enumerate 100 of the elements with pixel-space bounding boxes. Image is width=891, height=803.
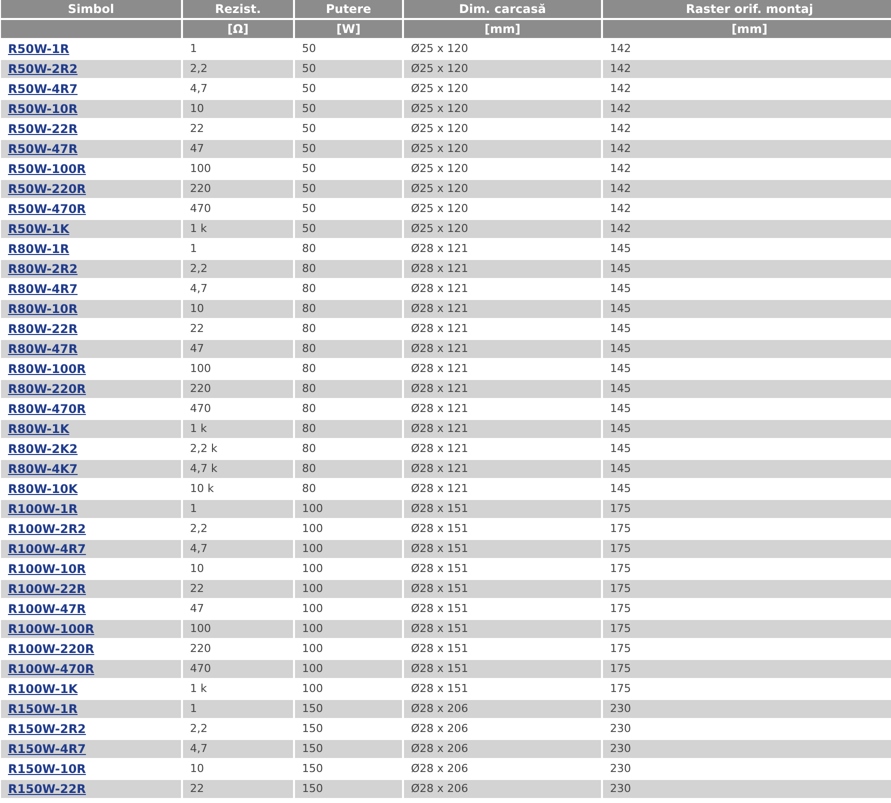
product-link[interactable]: R80W-4R7 xyxy=(8,280,78,298)
table-cell-text: 142 xyxy=(610,121,631,137)
table-cell-text: 4,7 xyxy=(190,741,208,757)
table-cell-text: 230 xyxy=(610,701,631,717)
product-link[interactable]: R80W-22R xyxy=(8,320,78,338)
table-cell-text: 50 xyxy=(302,41,316,57)
table-cell-text: 100 xyxy=(302,541,323,557)
table-cell-text: 1 k xyxy=(190,221,207,237)
table-cell-text: Ø28 x 121 xyxy=(411,281,468,297)
product-link[interactable]: R80W-2K2 xyxy=(8,440,78,458)
product-link[interactable]: R50W-470R xyxy=(8,200,86,218)
product-link[interactable]: R80W-100R xyxy=(8,360,86,378)
table-cell-text: 100 xyxy=(190,621,211,637)
product-link[interactable]: R150W-10R xyxy=(8,760,86,778)
table-cell-text: 100 xyxy=(302,581,323,597)
table-cell-text: 10 xyxy=(190,761,204,777)
product-link[interactable]: R80W-10K xyxy=(8,480,78,498)
table-cell-text: 100 xyxy=(302,521,323,537)
table-cell-text: 175 xyxy=(610,521,631,537)
product-link[interactable]: R100W-2R2 xyxy=(8,520,86,538)
unit-header: [Ω] xyxy=(183,20,293,38)
table-cell-text: Ø28 x 151 xyxy=(411,521,468,537)
table-cell-text: 80 xyxy=(302,461,316,477)
table-cell-text: 22 xyxy=(190,781,204,797)
product-link[interactable]: R100W-220R xyxy=(8,640,94,658)
product-link[interactable]: R80W-1R xyxy=(8,240,70,258)
table-cell-text: 10 xyxy=(190,101,204,117)
table-cell-text: 50 xyxy=(302,81,316,97)
table-cell-text: 230 xyxy=(610,761,631,777)
table-cell-text: 145 xyxy=(610,481,631,497)
table-cell-text: Ø28 x 206 xyxy=(411,741,468,757)
table-cell-text: 145 xyxy=(610,301,631,317)
table-cell-text: Ø28 x 121 xyxy=(411,481,468,497)
table-cell-text: 10 xyxy=(190,301,204,317)
table-cell-text: 50 xyxy=(302,141,316,157)
product-link[interactable]: R150W-2R2 xyxy=(8,720,86,738)
table-cell-text: 2,2 k xyxy=(190,441,218,457)
table-cell-text: 150 xyxy=(302,721,323,737)
table-cell-text: 100 xyxy=(302,681,323,697)
table-cell-text: 80 xyxy=(302,321,316,337)
table-cell-text: 230 xyxy=(610,781,631,797)
table-cell-text: 2,2 xyxy=(190,261,208,277)
table-cell-text: 220 xyxy=(190,181,211,197)
table-cell-text: Ø28 x 121 xyxy=(411,301,468,317)
table-cell-text: Ø25 x 120 xyxy=(411,81,468,97)
table-cell-text: 230 xyxy=(610,741,631,757)
table-cell-text: 22 xyxy=(190,581,204,597)
product-link[interactable]: R50W-1R xyxy=(8,40,70,58)
table-cell-text: Ø28 x 206 xyxy=(411,781,468,797)
product-link[interactable]: R100W-1K xyxy=(8,680,78,698)
table-cell-text: 145 xyxy=(610,341,631,357)
table-cell-text: 145 xyxy=(610,461,631,477)
table-cell-text: 145 xyxy=(610,241,631,257)
table-cell-text: 142 xyxy=(610,141,631,157)
table-cell-text: Ø25 x 120 xyxy=(411,101,468,117)
table-cell-text: 175 xyxy=(610,661,631,677)
table-cell-text: 100 xyxy=(302,641,323,657)
table-cell-text: 142 xyxy=(610,81,631,97)
product-link[interactable]: R50W-22R xyxy=(8,120,78,138)
product-link[interactable]: R100W-47R xyxy=(8,600,86,618)
table-cell-text: 175 xyxy=(610,541,631,557)
table-cell-text: 80 xyxy=(302,301,316,317)
table-cell-text: 145 xyxy=(610,281,631,297)
table-cell-text: 142 xyxy=(610,61,631,77)
table-cell-text: 145 xyxy=(610,401,631,417)
table-cell-text: 4,7 xyxy=(190,541,208,557)
table-cell-text: 150 xyxy=(302,741,323,757)
table-cell-text: 50 xyxy=(302,61,316,77)
table-cell-text: 4,7 xyxy=(190,281,208,297)
table-cell-text: 142 xyxy=(610,221,631,237)
product-link[interactable]: R50W-100R xyxy=(8,160,86,178)
table-cell-text: Ø28 x 151 xyxy=(411,681,468,697)
product-link[interactable]: R100W-10R xyxy=(8,560,86,578)
table-cell-text: Ø28 x 151 xyxy=(411,581,468,597)
table-cell-text: Ø28 x 121 xyxy=(411,341,468,357)
table-cell-text: 150 xyxy=(302,781,323,797)
table-cell-text: 470 xyxy=(190,201,211,217)
table-cell-text: 220 xyxy=(190,641,211,657)
table-cell-text: Ø25 x 120 xyxy=(411,121,468,137)
table-cell-text: 142 xyxy=(610,41,631,57)
table-cell-text: 150 xyxy=(302,701,323,717)
table-cell-text: Ø28 x 151 xyxy=(411,561,468,577)
table-cell-text: 2,2 xyxy=(190,721,208,737)
table-cell-text: 100 xyxy=(190,361,211,377)
unit-header: [mm] xyxy=(603,20,891,38)
product-link[interactable]: R50W-4R7 xyxy=(8,80,78,98)
table-cell-text: 80 xyxy=(302,361,316,377)
unit-header: [W] xyxy=(295,20,402,38)
table-cell-text: 80 xyxy=(302,381,316,397)
table-cell-text: 145 xyxy=(610,361,631,377)
table-cell-text: Ø25 x 120 xyxy=(411,201,468,217)
table-cell-text: 230 xyxy=(610,721,631,737)
table-cell-text: 142 xyxy=(610,101,631,117)
table-cell-text: 10 xyxy=(190,561,204,577)
table-cell-text: Ø28 x 121 xyxy=(411,441,468,457)
product-link[interactable]: R80W-470R xyxy=(8,400,86,418)
table-cell-text: 1 xyxy=(190,41,197,57)
table-cell-text: 175 xyxy=(610,641,631,657)
table-cell-text: 175 xyxy=(610,621,631,637)
table-cell-text: 145 xyxy=(610,381,631,397)
